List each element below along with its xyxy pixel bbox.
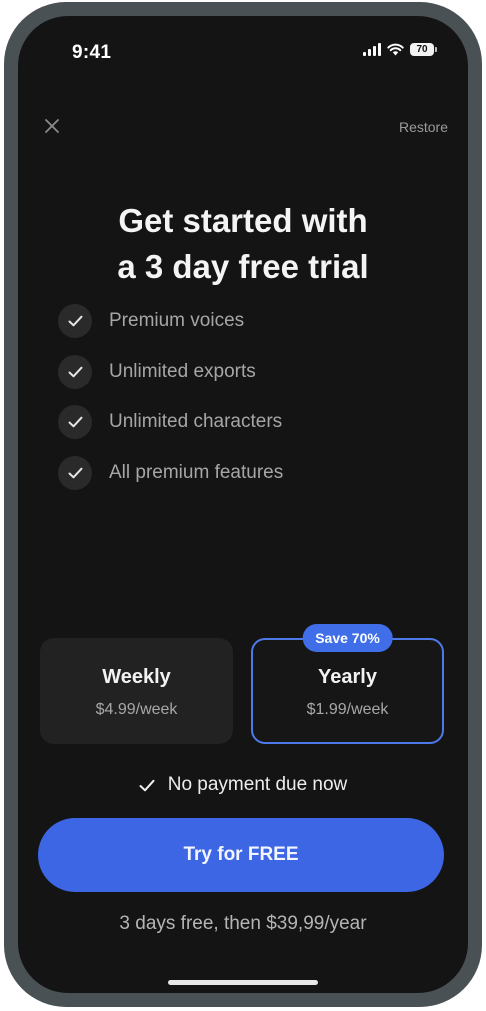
- feature-label: Unlimited characters: [109, 411, 283, 432]
- phone-frame: 9:41 70 Restore Get started with a 3 day…: [4, 2, 482, 1007]
- plan-price: $4.99/week: [95, 701, 178, 718]
- feature-item: Premium voices: [58, 304, 283, 338]
- checkmark-icon: [139, 779, 155, 791]
- wifi-icon: [387, 43, 404, 56]
- try-free-button[interactable]: Try for FREE: [38, 818, 444, 892]
- plan-price: $1.99/week: [306, 701, 389, 718]
- checkmark-icon: [58, 304, 92, 338]
- checkmark-icon: [58, 405, 92, 439]
- status-time: 9:41: [72, 42, 112, 63]
- checkmark-icon: [58, 354, 92, 389]
- save-badge: Save 70%: [302, 624, 393, 652]
- no-payment-note: No payment due now: [18, 774, 468, 796]
- feature-item: Unlimited characters: [58, 405, 283, 439]
- feature-item: All premium features: [58, 455, 284, 490]
- status-icons: 70: [363, 43, 437, 56]
- feature-label: All premium features: [109, 461, 284, 483]
- close-button[interactable]: [40, 114, 64, 138]
- feature-list: Premium voices Unlimited exports Unlimit…: [58, 304, 283, 506]
- plan-name: Yearly: [318, 666, 377, 688]
- title-line-2: a 3 day free trial: [117, 248, 369, 285]
- plan-yearly-option[interactable]: Save 70% Yearly $1.99/week: [251, 624, 444, 744]
- home-indicator[interactable]: [168, 980, 318, 985]
- checkmark-icon: [58, 455, 92, 490]
- feature-label: Premium voices: [109, 310, 245, 331]
- title-line-1: Get started with: [118, 202, 368, 239]
- close-icon: [45, 119, 59, 133]
- restore-button[interactable]: Restore: [399, 119, 448, 135]
- battery-icon: 70: [410, 43, 437, 56]
- page-title: Get started with a 3 day free trial: [18, 198, 468, 290]
- no-payment-label: No payment due now: [167, 774, 348, 795]
- signal-icon: [363, 43, 381, 56]
- plan-name: Weekly: [102, 666, 171, 688]
- feature-item: Unlimited exports: [58, 354, 283, 389]
- paywall-screen: 9:41 70 Restore Get started with a 3 day…: [18, 16, 468, 993]
- feature-label: Unlimited exports: [109, 360, 256, 382]
- trial-terms: 3 days free, then $39,99/year: [119, 913, 367, 934]
- plan-weekly-option[interactable]: Weekly $4.99/week: [40, 638, 233, 744]
